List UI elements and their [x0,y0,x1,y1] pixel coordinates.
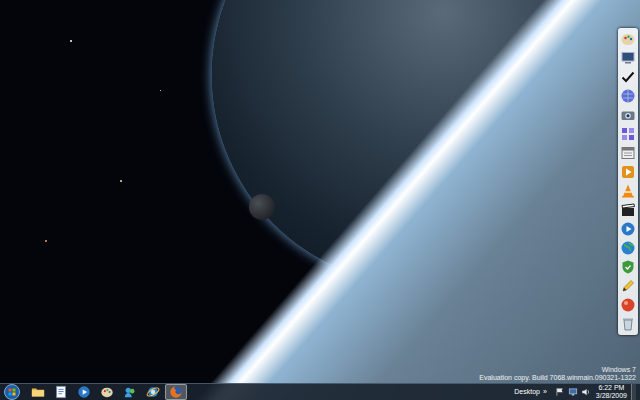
recycle-icon[interactable] [620,316,636,332]
paint-icon[interactable] [620,31,636,47]
firefox-icon[interactable] [169,385,183,399]
taskbar-button[interactable] [27,384,49,400]
globe-icon[interactable] [620,88,636,104]
clapper-icon[interactable] [620,202,636,218]
messenger-icon[interactable] [123,385,137,399]
taskbar-button[interactable] [119,384,141,400]
network-icon[interactable] [568,387,578,397]
taskbar-button[interactable] [96,384,118,400]
volume-icon[interactable] [581,387,591,397]
paint-icon[interactable] [100,385,114,399]
toolbar-label: Desktop [514,388,540,396]
watermark-line: Evaluation copy. Build 7068.winmain.0903… [479,374,636,382]
camera-icon[interactable] [620,107,636,123]
show-desktop-button[interactable] [631,384,636,400]
taskbar-button[interactable] [50,384,72,400]
flag-icon[interactable] [555,387,565,397]
toolbar-chevron: » [543,388,547,396]
dock [618,28,638,335]
explorer-icon[interactable] [31,385,45,399]
taskbar-apps [27,384,187,400]
watermark-line: Windows 7 [602,366,636,374]
clock[interactable]: 6:22 PM3/28/2009 [596,384,627,400]
start-icon[interactable] [4,384,20,400]
grid-icon[interactable] [620,126,636,142]
pencil-icon[interactable] [620,278,636,294]
desktop-toolbar[interactable]: Desktop» [514,388,547,396]
media-icon[interactable] [77,385,91,399]
calendar-icon[interactable] [620,145,636,161]
start-button[interactable] [0,384,24,400]
desktop: Windows 7Evaluation copy. Build 7068.win… [0,0,640,383]
clock-time: 6:22 PM [598,384,624,392]
ball-icon[interactable] [620,297,636,313]
vlc-icon[interactable] [620,183,636,199]
play-icon[interactable] [620,164,636,180]
document-icon[interactable] [54,385,68,399]
ie-icon[interactable] [146,385,160,399]
shield-icon[interactable] [620,259,636,275]
earth-icon[interactable] [620,240,636,256]
wallpaper [0,0,640,400]
clock-date: 3/28/2009 [596,392,627,400]
check-icon[interactable] [620,69,636,85]
taskbar-button[interactable] [73,384,95,400]
taskbar-button[interactable] [165,384,187,400]
media-icon[interactable] [620,221,636,237]
computer-icon[interactable] [620,50,636,66]
taskbar-button[interactable] [142,384,164,400]
watermark: Windows 7Evaluation copy. Build 7068.win… [479,366,636,382]
notification-area [555,387,591,397]
taskbar: Desktop» 6:22 PM3/28/2009 [0,383,640,400]
